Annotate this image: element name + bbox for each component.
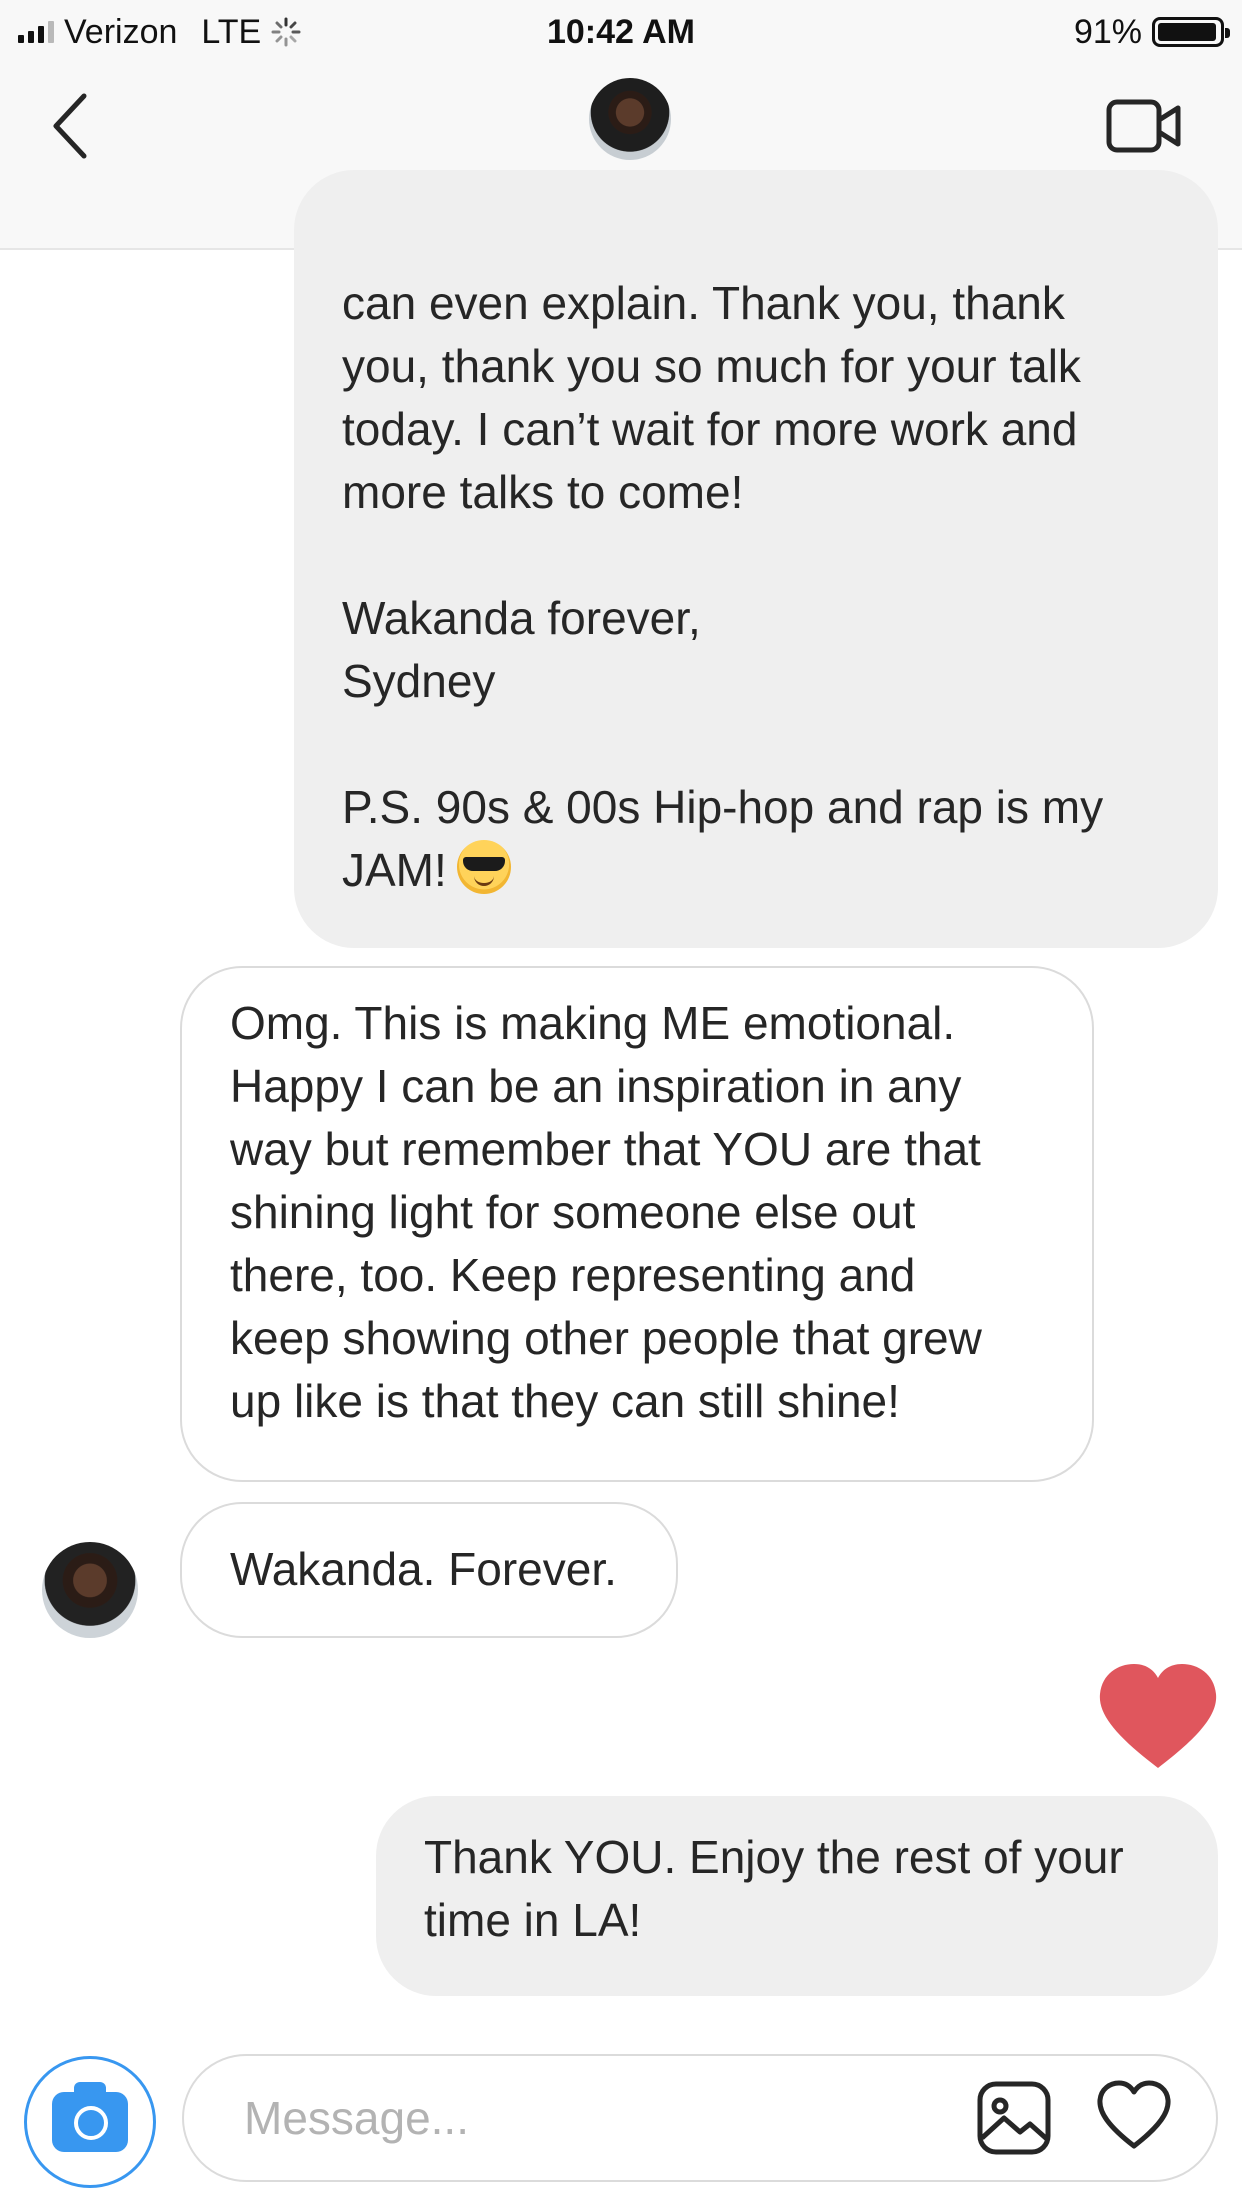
header-avatar[interactable] [589, 78, 671, 160]
message-list[interactable]: can even explain. Thank you, thank you, … [0, 170, 1242, 2030]
video-call-icon [1106, 99, 1181, 153]
status-time: 10:42 AM [546, 13, 696, 51]
message-text: can even explain. Thank you, thank you, … [342, 277, 1104, 896]
battery-percent: 91% [1073, 12, 1142, 51]
message-composer [0, 2040, 1242, 2208]
like-button[interactable] [1096, 2080, 1172, 2150]
battery-icon [1152, 17, 1230, 47]
message-bubble-outgoing[interactable]: can even explain. Thank you, thank you, … [294, 170, 1218, 948]
heart-reaction[interactable] [1096, 1662, 1220, 1772]
camera-icon [52, 2082, 128, 2152]
heart-outline-icon [1097, 2080, 1171, 2149]
sender-avatar[interactable] [42, 1542, 138, 1638]
message-bubble-incoming[interactable]: Omg. This is making ME emotional. Happy … [180, 966, 1094, 1482]
gallery-icon [977, 2081, 1051, 2155]
back-button[interactable] [40, 88, 100, 164]
camera-button[interactable] [24, 2056, 156, 2188]
heart-icon [1099, 1664, 1217, 1768]
status-right: 91% [1073, 8, 1230, 56]
message-input[interactable] [182, 2054, 1218, 2182]
video-call-button[interactable] [1106, 96, 1182, 156]
message-text: Omg. This is making ME emotional. Happy … [230, 997, 982, 1427]
message-text: Wakanda. Forever. [230, 1543, 617, 1595]
status-bar: Verizon LTE 10:42 AM 91% [0, 0, 1242, 64]
message-bubble-outgoing[interactable]: Thank YOU. Enjoy the rest of your time i… [376, 1796, 1218, 1996]
message-bubble-incoming[interactable]: Wakanda. Forever. [180, 1502, 678, 1638]
dm-thread-screen: Verizon LTE 10:42 AM 91% can even explai… [0, 0, 1242, 2208]
gallery-button[interactable] [976, 2080, 1052, 2156]
chevron-left-icon [53, 93, 87, 159]
sunglasses-emoji-icon [456, 840, 511, 894]
message-text: Thank YOU. Enjoy the rest of your time i… [424, 1831, 1124, 1946]
